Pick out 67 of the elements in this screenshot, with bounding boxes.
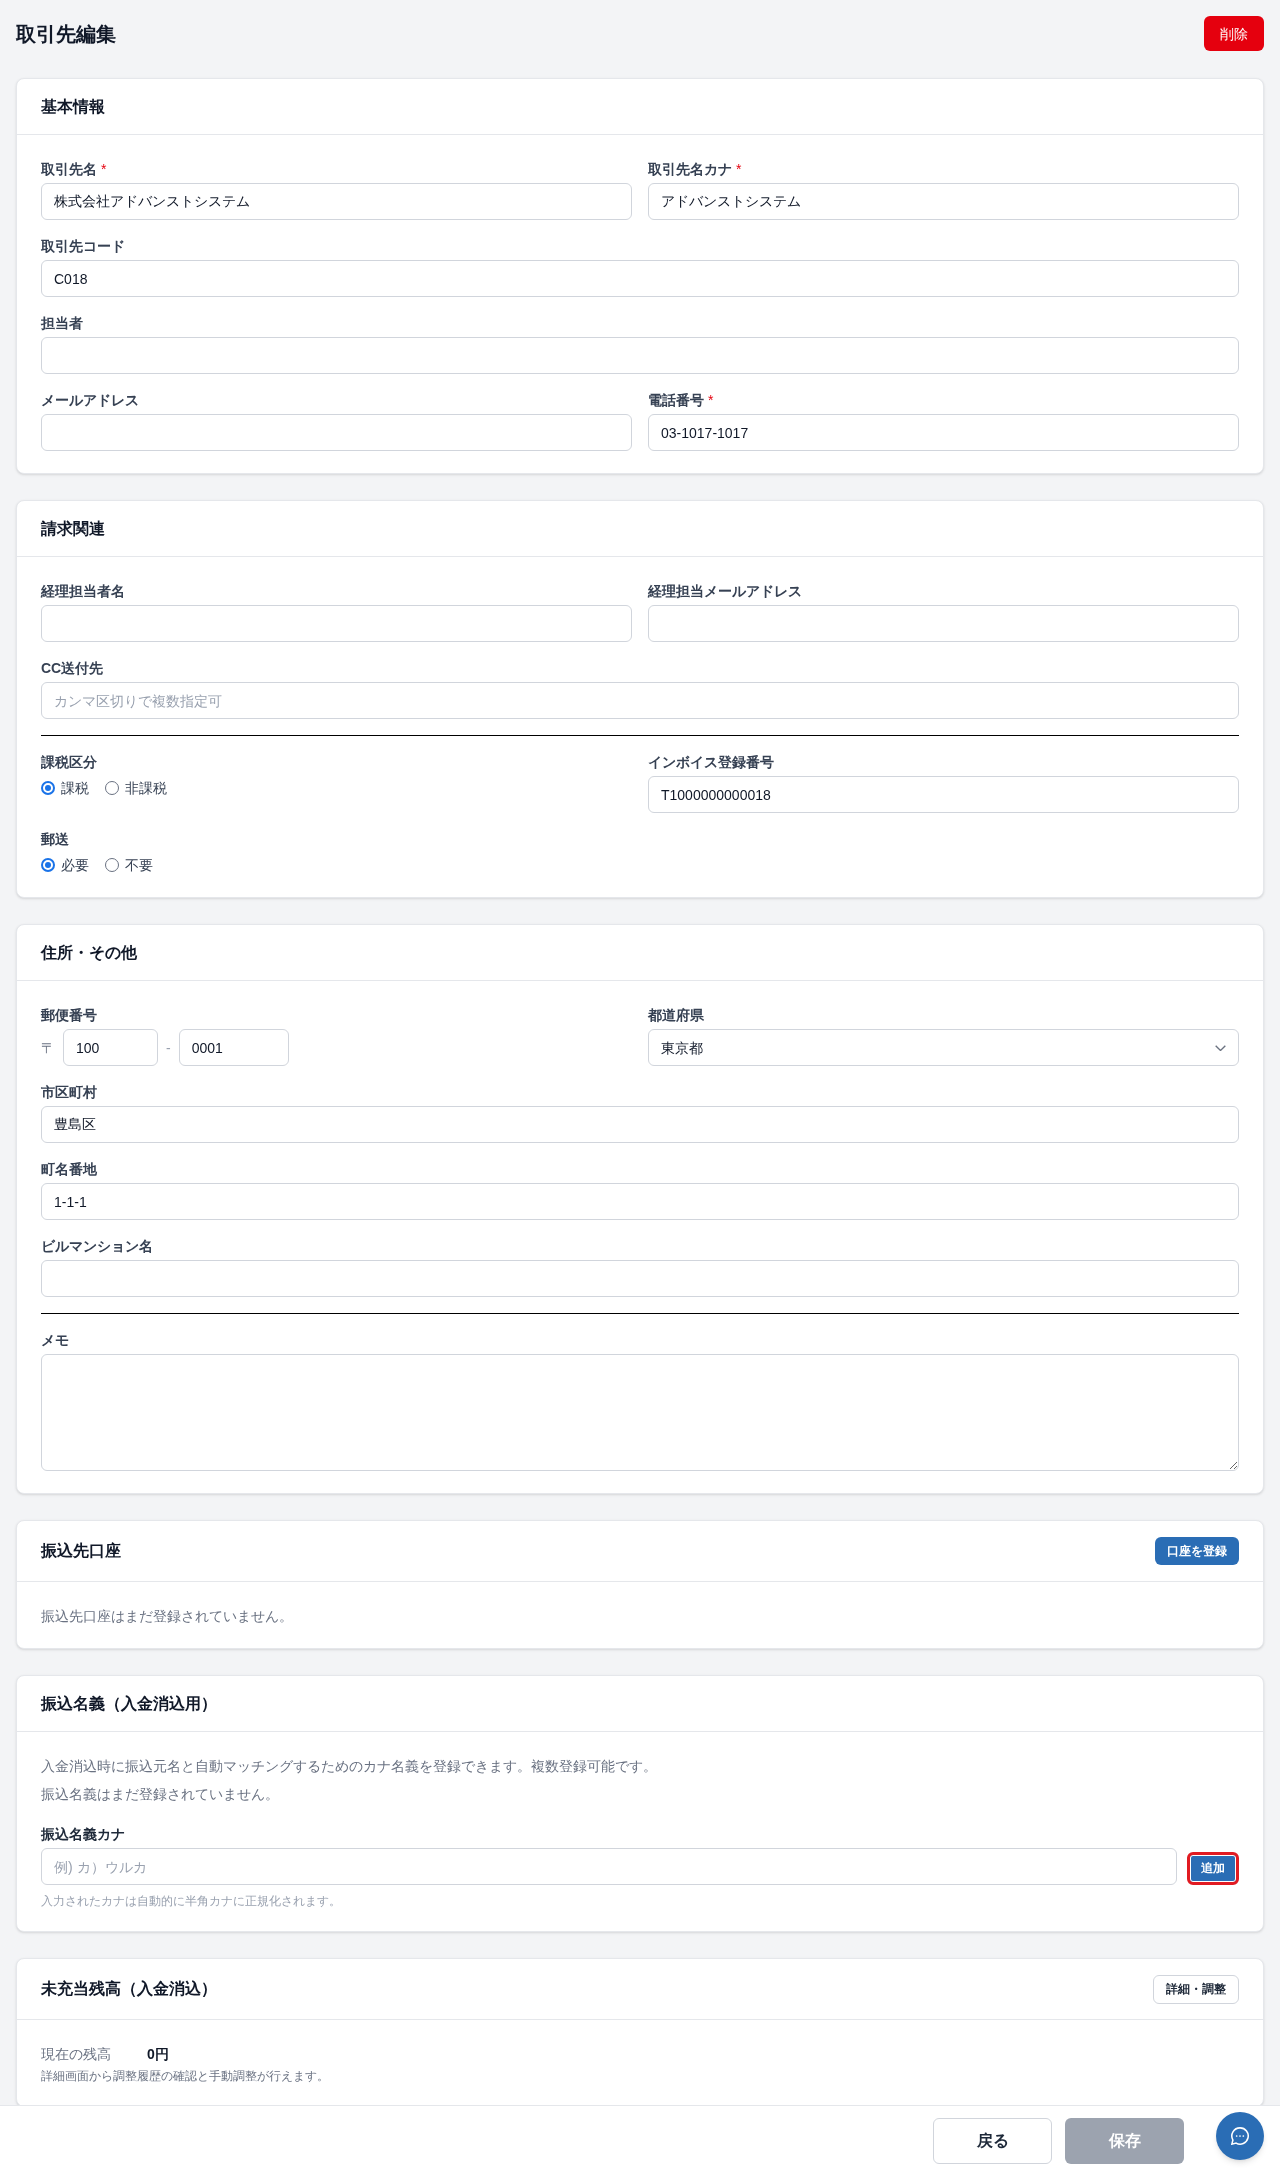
input-field[interactable]: 100: [63, 1029, 158, 1066]
field-label: 経理担当メールアドレス: [648, 582, 802, 601]
input-field[interactable]: T1000000000018: [648, 776, 1239, 813]
radio-option[interactable]: 非課税: [105, 778, 167, 798]
select-field[interactable]: 東京都: [648, 1029, 1239, 1066]
field-label: メールアドレス: [41, 391, 139, 410]
field-label: メモ: [41, 1331, 69, 1350]
input-field[interactable]: C018: [41, 260, 1239, 297]
input-field[interactable]: 豊島区: [41, 1106, 1239, 1143]
input-field[interactable]: [41, 337, 1239, 374]
field-label: 担当者: [41, 314, 83, 333]
header-button[interactable]: 口座を登録: [1155, 1537, 1239, 1565]
required-mark: *: [101, 160, 107, 179]
balance-label: 現在の残高: [41, 2045, 111, 2064]
field-label: 市区町村: [41, 1083, 97, 1102]
back-button[interactable]: 戻る: [933, 2118, 1052, 2164]
field-label: インボイス登録番号: [648, 753, 774, 772]
chevron-icon: [1215, 1044, 1226, 1051]
add-button[interactable]: 追加: [1187, 1851, 1239, 1885]
textarea-field[interactable]: [41, 1354, 1239, 1471]
header-button[interactable]: 詳細・調整: [1153, 1974, 1239, 2004]
separator-text: -: [166, 1038, 171, 1058]
input-field[interactable]: [648, 605, 1239, 642]
section-title: 請求関連: [41, 518, 105, 539]
required-mark: *: [736, 160, 742, 179]
info-text: 振込名義はまだ登録されていません。: [41, 1785, 280, 1804]
field-label: ビルマンション名: [41, 1237, 153, 1256]
field-label: 振込名義カナ: [41, 1825, 125, 1844]
input-field[interactable]: [41, 605, 632, 642]
field-label: CC送付先: [41, 659, 104, 678]
info-text: 振込先口座はまだ登録されていません。: [41, 1607, 294, 1626]
hint-text: 詳細画面から調整履歴の確認と手動調整が行えます。: [41, 2068, 330, 2084]
input-field[interactable]: [41, 1260, 1239, 1297]
input-field[interactable]: 0001: [178, 1029, 289, 1066]
input-field[interactable]: カンマ区切りで複数指定可: [41, 682, 1239, 719]
input-field[interactable]: 例) カ）ウルカ: [41, 1848, 1177, 1885]
field-label: 経理担当者名: [41, 582, 125, 601]
section-title: 基本情報: [41, 96, 105, 117]
field-label: 取引先名: [41, 160, 97, 179]
input-field[interactable]: 03-1017-1017: [648, 414, 1239, 451]
field-label: 郵便番号: [41, 1006, 97, 1025]
field-label: 都道府県: [648, 1006, 704, 1025]
balance-value: 0円: [147, 2045, 169, 2064]
section-title: 未充当残高（入金消込）: [41, 1979, 217, 1999]
required-mark: *: [708, 391, 714, 410]
input-field[interactable]: アドバンストシステム: [648, 183, 1239, 220]
field-label: 取引先名カナ: [648, 160, 732, 179]
postal-mark: 〒: [41, 1038, 55, 1058]
chat-bubble-icon: [1231, 2127, 1249, 2145]
delete-button[interactable]: 削除: [1204, 16, 1264, 51]
info-text: 入金消込時に振込元名と自動マッチングするためのカナ名義を登録できます。複数登録可能です。: [41, 1757, 658, 1776]
field-label: 町名番地: [41, 1160, 97, 1179]
section-title: 住所・その他: [41, 942, 137, 963]
radio-option[interactable]: 課税: [41, 778, 89, 798]
field-label: 課税区分: [41, 753, 97, 772]
field-label: 取引先コード: [41, 237, 125, 256]
radio-option[interactable]: 不要: [105, 855, 153, 875]
radio-option[interactable]: 必要: [41, 855, 89, 875]
field-label: 郵送: [41, 830, 69, 849]
input-field[interactable]: [41, 414, 632, 451]
page-title: 取引先編集: [16, 21, 116, 47]
hint-text: 入力されたカナは自動的に半角カナに正規化されます。: [41, 1893, 341, 1909]
field-label: 電話番号: [648, 391, 704, 410]
section-title: 振込先口座: [41, 1541, 121, 1561]
section-title: 振込名義（入金消込用）: [41, 1693, 217, 1714]
input-field[interactable]: 株式会社アドバンストシステム: [41, 183, 632, 220]
input-field[interactable]: 1-1-1: [41, 1183, 1239, 1220]
